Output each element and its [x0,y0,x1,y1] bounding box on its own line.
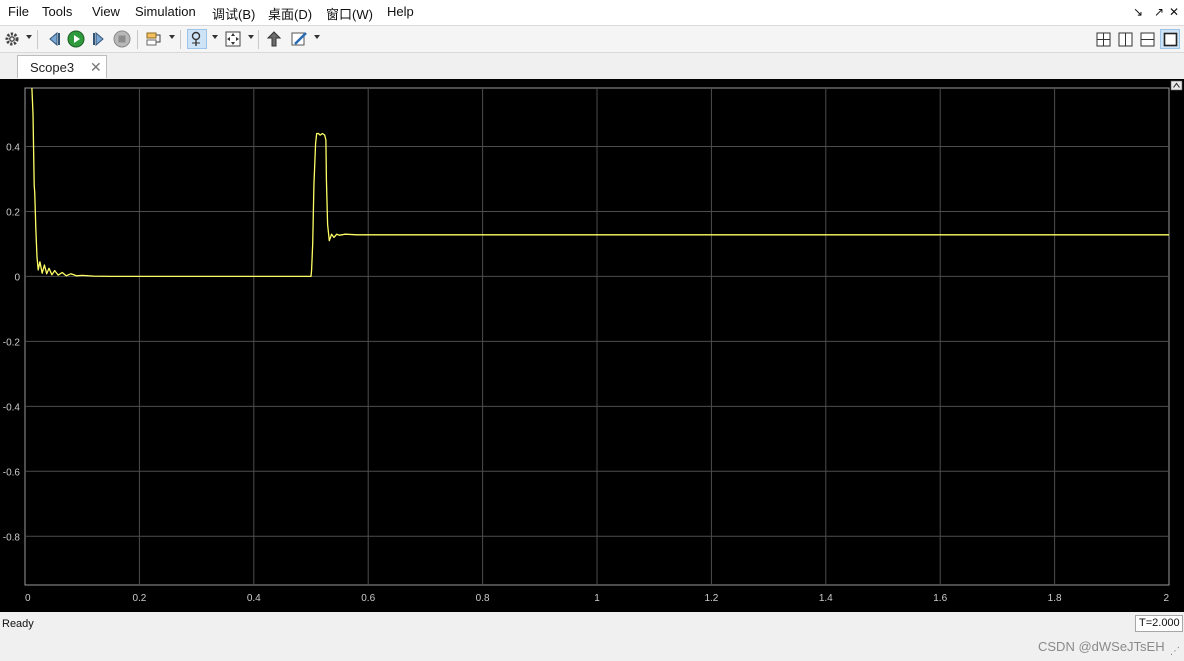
x-tick-label: 1 [594,593,600,604]
tab-label: Scope3 [30,60,75,75]
signal-select-icon[interactable] [144,29,164,49]
menu-desktop[interactable]: 桌面(D) [268,4,312,23]
x-tick-label: 0.8 [476,593,490,604]
menu-debug[interactable]: 调试(B) [212,4,255,23]
tab-strip: Scope3 ✕ [0,53,1184,79]
y-tick-label: -0.6 [3,467,21,478]
x-tick-label: 2 [1163,593,1169,604]
y-tick-label: 0 [14,272,20,283]
close-icon[interactable]: ✕ [90,59,102,76]
layout-2x2-icon[interactable] [1093,29,1113,49]
toolbar-separator [180,30,181,49]
series-line [31,88,1169,278]
stop-icon[interactable] [112,29,132,49]
watermark: CSDN @dWSeJTsEH [1038,639,1165,654]
y-tick-label: -0.8 [3,532,21,543]
toolbar-separator [137,30,138,49]
x-tick-label: 1.4 [819,593,833,604]
highlight-block-icon[interactable] [264,29,284,49]
y-tick-label: -0.4 [3,402,21,413]
undock-button[interactable]: ↗ [1154,5,1164,19]
scope-display: 0 0.2 0.4 0.6 0.8 1 1.2 1.4 1.6 1.8 2 0.4 0.2 0 -0.2 -0… [0,79,1184,612]
maximize-axes-button[interactable] [1170,80,1183,91]
simulation-time: T=2.000 [1135,615,1183,632]
x-tick-label: 0 [25,593,31,604]
x-tick-label: 0.2 [132,593,146,604]
y-tick-label: 0.2 [6,207,20,218]
menu-view[interactable]: View [92,4,120,19]
autoscale-dropdown-icon[interactable] [248,35,254,39]
menu-tools[interactable]: Tools [42,4,72,19]
style-icon[interactable] [289,29,309,49]
signal-select-dropdown-icon[interactable] [169,35,175,39]
x-tick-label: 0.4 [247,593,261,604]
series-group [31,88,1169,278]
toolbar-separator [37,30,38,49]
x-tick-label: 1.2 [704,593,718,604]
scope-chart: 0 0.2 0.4 0.6 0.8 1 1.2 1.4 1.6 1.8 2 0.4 0.2 0 -0.2 -0… [3,80,1183,604]
tab-scope3[interactable]: Scope3 ✕ [17,55,107,78]
y-tick-label: -0.2 [3,337,21,348]
menu-window[interactable]: 窗口(W) [326,4,373,23]
zoom-icon[interactable] [187,29,207,49]
x-tick-label: 0.6 [361,593,375,604]
menu-simulation[interactable]: Simulation [135,4,196,19]
y-tick-label: 0.4 [6,142,20,153]
run-icon[interactable] [66,29,86,49]
step-forward-icon[interactable] [89,29,109,49]
status-text: Ready [2,618,34,630]
layout-single-icon[interactable] [1160,29,1180,49]
zoom-dropdown-icon[interactable] [212,35,218,39]
toolbar [0,26,1184,53]
step-back-icon[interactable] [44,29,64,49]
layout-2col-icon[interactable] [1115,29,1135,49]
close-window-button[interactable]: ✕ [1169,5,1179,19]
toolbar-separator [258,30,259,49]
x-tick-label: 1.6 [933,593,947,604]
autoscale-icon[interactable] [223,29,243,49]
menu-help[interactable]: Help [387,4,414,19]
style-dropdown-icon[interactable] [314,35,320,39]
x-tick-label: 1.8 [1048,593,1062,604]
layout-2row-icon[interactable] [1137,29,1157,49]
gear-dropdown-icon[interactable] [26,35,32,39]
dock-button[interactable]: ↘ [1133,5,1143,19]
gear-icon[interactable] [2,29,22,49]
menu-bar: File Tools View Simulation 调试(B) 桌面(D) 窗… [0,0,1184,26]
resize-grip-icon[interactable]: ⋰ [1170,646,1180,657]
grid [24,87,1170,586]
status-bar: Ready T=2.000 CSDN @dWSeJTsEH ⋰ [0,612,1184,661]
menu-file[interactable]: File [8,4,29,19]
